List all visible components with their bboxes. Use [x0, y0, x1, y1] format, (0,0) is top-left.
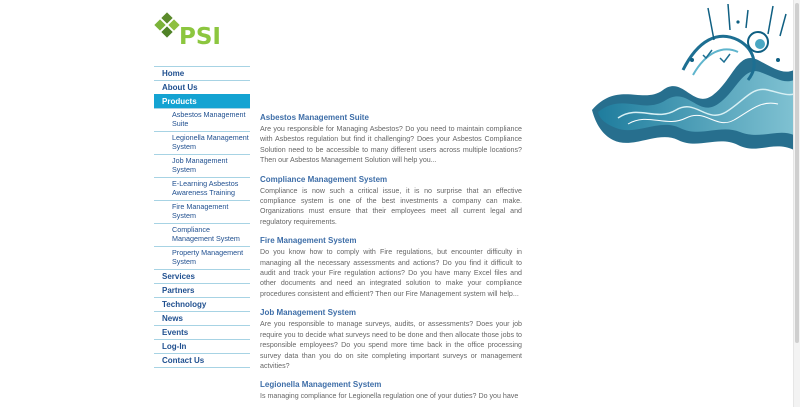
subnav-item-compliance-management-system[interactable]: Compliance Management System [154, 223, 250, 246]
subnav-item-asbestos-management-suite[interactable]: Asbestos Management Suite [154, 108, 250, 131]
psi-logo[interactable]: PSI [153, 12, 233, 50]
product-description: Is managing compliance for Legionella re… [260, 392, 519, 401]
nav-item-contact-us[interactable]: Contact Us [154, 353, 250, 368]
nav-item-products[interactable]: Products [154, 94, 250, 108]
nav-item-log-in[interactable]: Log-In [154, 339, 250, 353]
subnav-item-property-management-system[interactable]: Property Management System [154, 246, 250, 269]
product-article: Legionella Management System Is managing… [260, 379, 522, 401]
product-description: Compliance is now such a critical issue,… [260, 186, 522, 226]
subnav-item-legionella-management-system[interactable]: Legionella Management System [154, 131, 250, 154]
product-title-link[interactable]: Fire Management System [260, 235, 522, 246]
product-title-link[interactable]: Asbestos Management Suite [260, 112, 522, 123]
product-description: Are you responsible for Managing Asbesto… [260, 125, 522, 165]
page-scrollbar[interactable] [793, 0, 800, 407]
scrollbar-thumb[interactable] [795, 3, 799, 343]
nav-item-home[interactable]: Home [154, 66, 250, 80]
subnav-item-fire-management-system[interactable]: Fire Management System [154, 200, 250, 223]
decorative-wave-artwork [592, 3, 794, 151]
product-article: Compliance Management System Compliance … [260, 174, 522, 228]
nav-item-technology[interactable]: Technology [154, 297, 250, 311]
product-article: Fire Management System Do you know how t… [260, 235, 522, 299]
subnav-item-e-learning-asbestos-awareness-training[interactable]: E-Learning Asbestos Awareness Training [154, 177, 250, 200]
product-title-link[interactable]: Legionella Management System [260, 379, 522, 390]
product-description: Do you know how to comply with Fire regu… [260, 248, 522, 298]
nav-item-events[interactable]: Events [154, 325, 250, 339]
product-list: Asbestos Management Suite Are you respon… [260, 112, 522, 410]
page: PSI Home About Us Products Asbestos Mana… [0, 0, 800, 407]
product-description: Are you responsible to manage surveys, a… [260, 320, 522, 370]
product-article: Asbestos Management Suite Are you respon… [260, 112, 522, 166]
product-title-link[interactable]: Job Management System [260, 307, 522, 318]
nav-item-partners[interactable]: Partners [154, 283, 250, 297]
logo-text: PSI [179, 24, 221, 50]
product-title-link[interactable]: Compliance Management System [260, 174, 522, 185]
subnav-item-job-management-system[interactable]: Job Management System [154, 154, 250, 177]
nav-item-about-us[interactable]: About Us [154, 80, 250, 94]
main-navigation: Home About Us Products Asbestos Manageme… [154, 66, 250, 368]
nav-item-news[interactable]: News [154, 311, 250, 325]
nav-item-services[interactable]: Services [154, 269, 250, 283]
product-article: Job Management System Are you responsibl… [260, 307, 522, 371]
